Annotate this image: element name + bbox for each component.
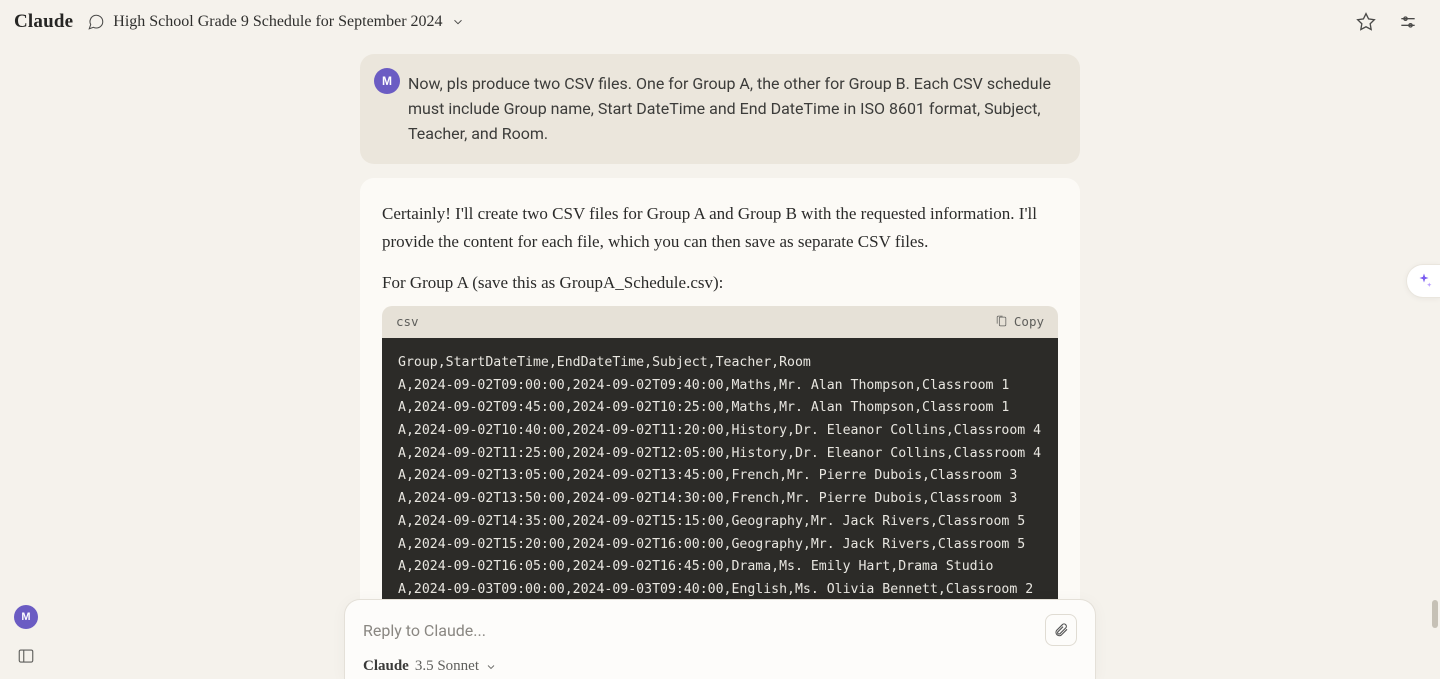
sparkle-icon (1415, 272, 1433, 290)
attach-button[interactable] (1045, 614, 1077, 646)
user-avatar-small[interactable]: M (14, 605, 38, 629)
chevron-down-icon (485, 661, 497, 673)
clipboard-icon (995, 315, 1008, 328)
user-message-text: Now, pls produce two CSV files. One for … (408, 74, 1051, 143)
brand-logo[interactable]: Claude (14, 11, 73, 33)
conversation: M Now, pls produce two CSV files. One fo… (360, 54, 1080, 664)
user-avatar: M (374, 68, 400, 94)
model-picker[interactable]: Claude 3.5 Sonnet (363, 658, 1077, 675)
copy-label: Copy (1014, 312, 1044, 332)
model-name-light: 3.5 Sonnet (415, 658, 479, 675)
header-left: Claude High School Grade 9 Schedule for … (14, 11, 465, 33)
conversation-title: High School Grade 9 Schedule for Septemb… (113, 13, 442, 31)
copy-button[interactable]: Copy (995, 312, 1044, 332)
code-block: csv Copy Group,StartDateTime,EndDateTime… (382, 306, 1058, 642)
header-right (1356, 12, 1426, 32)
composer: Reply to Claude... Claude 3.5 Sonnet (344, 599, 1096, 679)
user-message: M Now, pls produce two CSV files. One fo… (360, 54, 1080, 164)
sidebar-toggle-icon[interactable] (17, 647, 35, 665)
sliders-icon[interactable] (1398, 12, 1418, 32)
sparkle-fab[interactable] (1406, 264, 1440, 298)
paperclip-icon (1053, 622, 1069, 638)
left-rail-bottom: M (14, 605, 38, 665)
star-icon[interactable] (1356, 12, 1376, 32)
composer-row-input: Reply to Claude... (363, 614, 1077, 646)
chevron-down-icon (451, 15, 465, 29)
reply-input[interactable]: Reply to Claude... (363, 621, 486, 640)
code-body[interactable]: Group,StartDateTime,EndDateTime,Subject,… (382, 338, 1058, 642)
scrollbar-thumb[interactable] (1432, 600, 1438, 628)
assistant-para-2: For Group A (save this as GroupA_Schedul… (382, 269, 1058, 296)
header-bar: Claude High School Grade 9 Schedule for … (0, 0, 1440, 44)
code-lang-label: csv (396, 312, 419, 332)
model-name-bold: Claude (363, 658, 409, 675)
assistant-para-1: Certainly! I'll create two CSV files for… (382, 200, 1058, 254)
chat-icon (87, 13, 105, 31)
conversation-title-wrap[interactable]: High School Grade 9 Schedule for Septemb… (87, 13, 464, 31)
code-header: csv Copy (382, 306, 1058, 338)
assistant-message: Certainly! I'll create two CSV files for… (360, 178, 1080, 663)
